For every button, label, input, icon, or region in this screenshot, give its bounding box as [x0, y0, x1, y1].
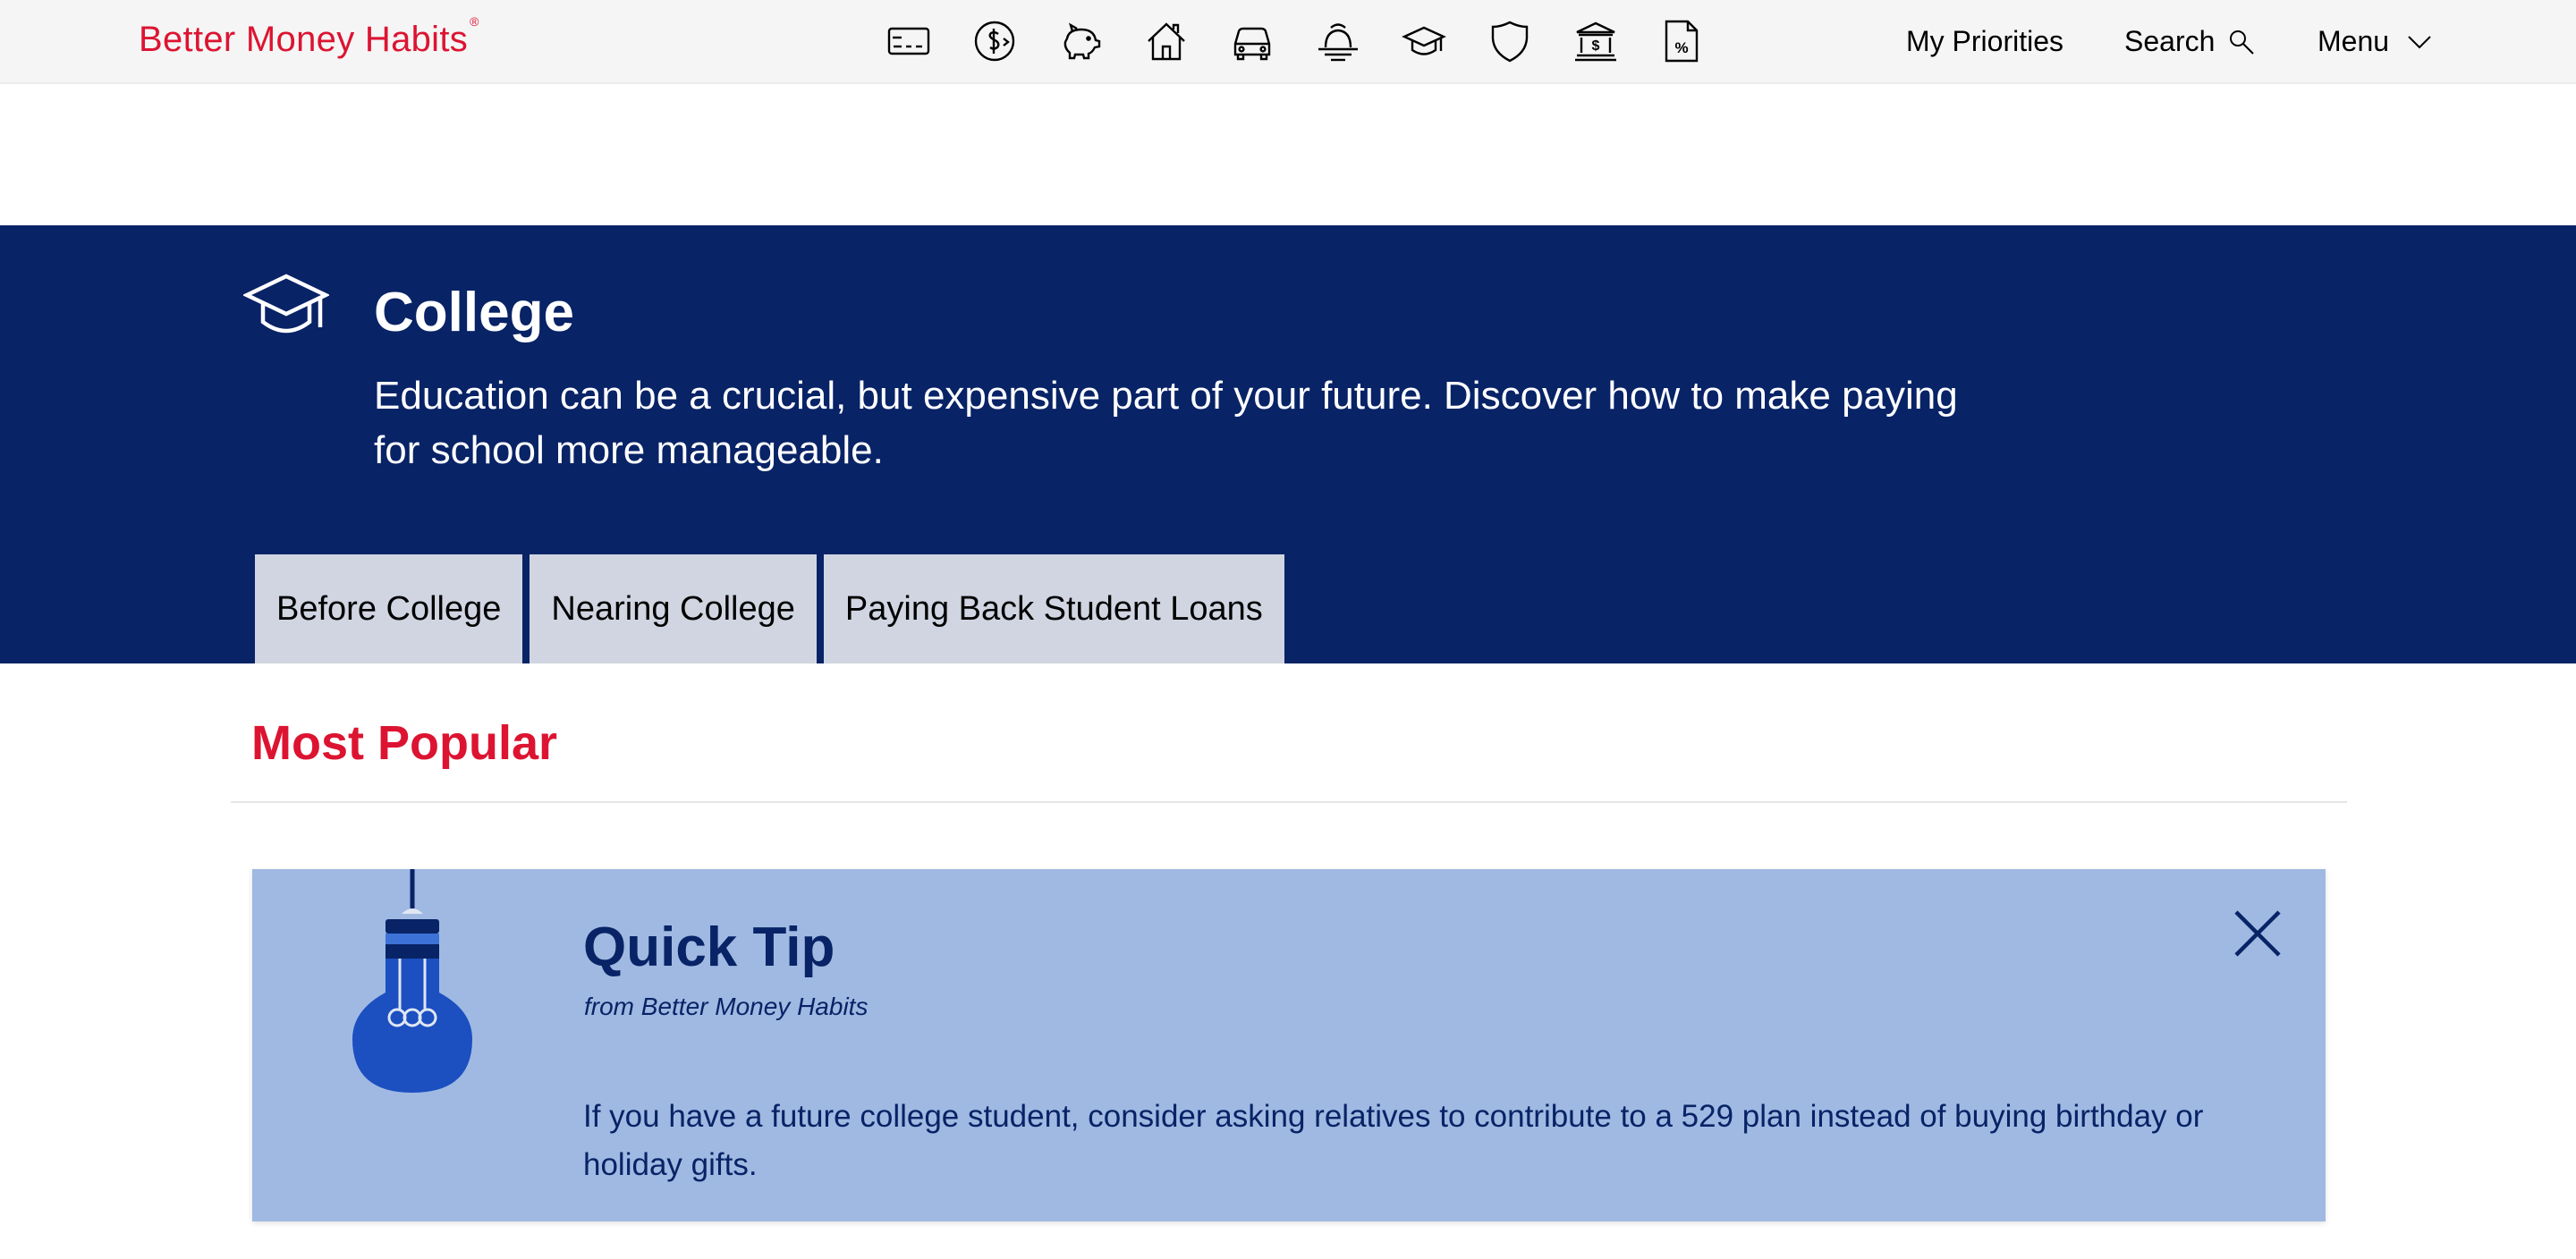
lightbulb-icon	[352, 869, 472, 1093]
shield-icon[interactable]	[1487, 18, 1533, 64]
credit-card-icon[interactable]	[886, 18, 932, 64]
close-icon[interactable]	[2233, 908, 2283, 959]
svg-text:%: %	[1674, 39, 1688, 56]
chevron-down-icon	[2408, 35, 2431, 48]
graduation-cap-icon	[243, 274, 329, 334]
car-icon[interactable]	[1229, 18, 1275, 64]
my-priorities-link[interactable]: My Priorities	[1906, 25, 2063, 58]
search-label: Search	[2124, 25, 2216, 57]
category-icon-bar: $ %	[886, 18, 1744, 66]
registered-mark: ®	[470, 13, 479, 29]
page-description: Education can be a crucial, but expensiv…	[374, 374, 1958, 472]
piggy-bank-icon[interactable]	[1057, 18, 1104, 64]
house-icon[interactable]	[1143, 18, 1190, 64]
my-priorities-label: My Priorities	[1906, 25, 2064, 57]
college-tabs: Before College Nearing College Paying Ba…	[255, 554, 1292, 663]
tab-paying-back-student-loans[interactable]: Paying Back Student Loans	[823, 554, 1284, 663]
percent-document-icon[interactable]: %	[1658, 18, 1705, 64]
logo-text: Better Money Habits	[139, 20, 469, 59]
menu-label: Menu	[2318, 25, 2390, 57]
quick-tip-card: Quick Tip from Better Money Habits If yo…	[252, 869, 2326, 1221]
search-button[interactable]: Search	[2124, 25, 2256, 58]
tab-before-college[interactable]: Before College	[255, 554, 523, 663]
section-divider	[231, 801, 2347, 803]
bank-icon[interactable]: $	[1572, 18, 1619, 64]
search-icon	[2230, 30, 2255, 55]
quick-tip-text: If you have a future college student, co…	[583, 1099, 2204, 1182]
svg-text:$: $	[1592, 38, 1600, 54]
top-nav: Better Money Habits ® $ % My Priorities …	[0, 0, 2576, 84]
menu-button[interactable]: Menu	[2318, 25, 2432, 58]
college-hero: College Education can be a crucial, but …	[0, 225, 2576, 663]
graduation-cap-icon[interactable]	[1401, 18, 1447, 64]
sunset-retirement-icon[interactable]	[1315, 18, 1361, 64]
most-popular-heading: Most Popular	[251, 716, 558, 770]
tab-nearing-college[interactable]: Nearing College	[530, 554, 817, 663]
page-title: College	[374, 282, 574, 343]
quick-tip-source: from Better Money Habits	[584, 993, 869, 1020]
logo-link[interactable]: Better Money Habits ®	[139, 14, 479, 60]
dollar-exchange-icon[interactable]	[971, 18, 1018, 64]
quick-tip-title: Quick Tip	[583, 917, 835, 978]
